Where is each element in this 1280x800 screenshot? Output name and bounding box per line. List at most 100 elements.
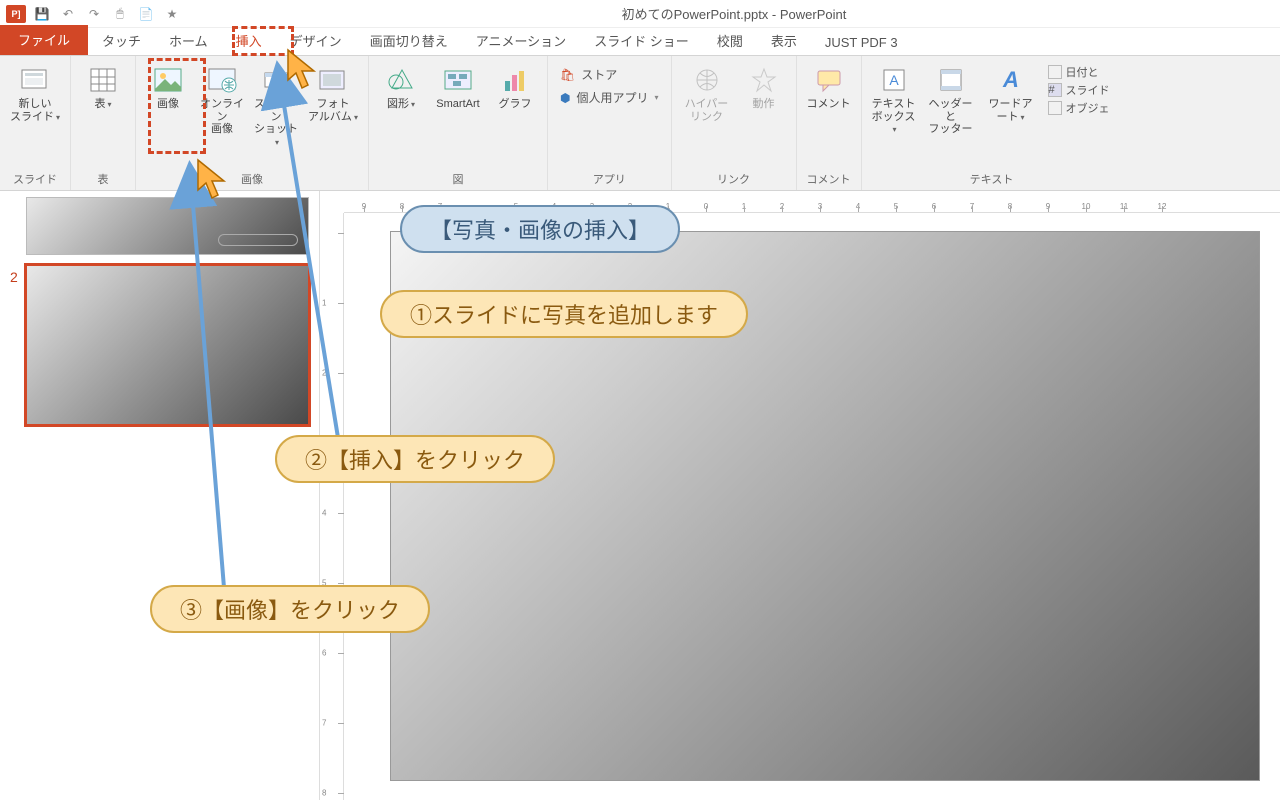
picture-label: 画像 [157,98,179,111]
group-comment: コメント コメント [797,56,862,190]
shapes-icon [385,64,417,96]
group-shape-label: 図 [453,168,464,190]
wordart-button[interactable]: A ワードアート [982,60,1040,127]
group-link: ハイパーリンク 動作 リンク [672,56,797,190]
group-app-label: アプリ [593,168,626,190]
hyperlink-icon [691,64,723,96]
callout-step2: ②【挿入】をクリック [275,435,555,483]
group-text: A テキスト ボックス ヘッダーと フッター A ワードアート 日付と #スライ… [862,56,1122,190]
thumbnail-2[interactable]: 2 [10,265,309,425]
hyperlink-label: ハイパーリンク [680,98,734,123]
online-picture-icon [206,64,238,96]
picture-button[interactable]: 画像 [142,60,194,115]
preview-icon[interactable]: 📄 [136,4,156,24]
header-footer-button[interactable]: ヘッダーと フッター [922,60,980,140]
tab-file[interactable]: ファイル [0,25,88,55]
tab-view[interactable]: 表示 [757,26,811,55]
group-comment-label: コメント [807,168,851,190]
ribbon: 新しい スライド スライド 表 表 画像 オンライン 画像 スクリー [0,56,1280,191]
group-image-label: 画像 [241,168,263,190]
action-icon [748,64,780,96]
table-button[interactable]: 表 [77,60,129,115]
ribbon-tabs: ファイル タッチ ホーム 挿入 デザイン 画面切り替え アニメーション スライド… [0,28,1280,56]
group-table-label: 表 [98,168,109,190]
new-slide-button[interactable]: 新しい スライド [6,60,64,127]
group-text-label: テキスト [970,168,1014,190]
thumbnail-1[interactable] [10,197,309,255]
screenshot-label: スクリーン ショット [252,98,300,149]
group-app: 🛍ストア ⬢個人用アプリ▾ アプリ [548,56,672,190]
header-footer-label: ヘッダーと フッター [924,98,978,136]
new-slide-icon [19,64,51,96]
undo-icon[interactable]: ↶ [58,4,78,24]
action-label: 動作 [753,98,775,111]
thumb-num-2: 2 [10,265,26,285]
group-image: 画像 オンライン 画像 スクリーン ショット フォト アルバム 画像 [136,56,369,190]
action-button[interactable]: 動作 [738,60,790,115]
my-apps-button[interactable]: ⬢個人用アプリ▾ [560,89,659,106]
cursor-icon-insert [286,48,320,90]
tab-transition[interactable]: 画面切り替え [356,26,462,55]
textbox-icon: A [878,64,910,96]
callout-title: 【写真・画像の挿入】 [400,205,680,253]
chart-button[interactable]: グラフ [489,60,541,115]
header-footer-icon [935,64,967,96]
group-slide-label: スライド [13,168,57,190]
tab-insert[interactable]: 挿入 [222,26,276,55]
slidenum-button[interactable]: #スライド [1048,82,1110,98]
table-label: 表 [94,98,111,111]
shapes-button[interactable]: 図形 [375,60,427,115]
thumbnail-pane[interactable]: 2 [0,191,320,800]
tab-review[interactable]: 校閲 [703,26,757,55]
work-area: 2 987543210123456789101112 12345678 [0,191,1280,800]
object-icon [1048,101,1062,115]
tab-slideshow[interactable]: スライド ショー [580,26,703,55]
datetime-icon [1048,65,1062,79]
thumb-num-1 [10,197,26,201]
textbox-label: テキスト ボックス [870,98,918,136]
star-icon[interactable]: ★ [162,4,182,24]
svg-text:A: A [1002,67,1019,92]
tab-touch[interactable]: タッチ [88,26,155,55]
online-picture-button[interactable]: オンライン 画像 [196,60,248,140]
tab-home[interactable]: ホーム [155,26,222,55]
datetime-button[interactable]: 日付と [1048,64,1110,80]
smartart-icon [442,64,474,96]
smartart-label: SmartArt [436,98,479,111]
svg-text:A: A [889,72,899,88]
ruler-vertical: 12345678 [320,213,344,800]
picture-icon [152,64,184,96]
text-side-options: 日付と #スライド オブジェ [1042,60,1116,120]
chart-icon [499,64,531,96]
object-button[interactable]: オブジェ [1048,100,1110,116]
myapps-icon: ⬢ [560,91,570,105]
wordart-label: ワードアート [984,98,1038,123]
shapes-label: 図形 [387,98,415,111]
group-slide: 新しい スライド スライド [0,56,71,190]
store-icon: 🛍 [560,68,575,82]
comment-icon [813,64,845,96]
slide-editor[interactable]: 987543210123456789101112 12345678 [320,191,1280,800]
quick-access-toolbar: P] 💾 ↶ ↷ 🖱 📄 ★ [0,4,188,24]
wordart-icon: A [995,64,1027,96]
group-link-label: リンク [717,168,750,190]
textbox-button[interactable]: A テキスト ボックス [868,60,920,140]
smartart-button[interactable]: SmartArt [429,60,487,115]
online-picture-label: オンライン 画像 [198,98,246,136]
save-icon[interactable]: 💾 [32,4,52,24]
tab-justpdf[interactable]: JUST PDF 3 [811,30,912,55]
touch-mode-icon[interactable]: 🖱 [110,4,130,24]
store-button[interactable]: 🛍ストア [560,66,659,83]
table-icon [87,64,119,96]
callout-step3: ③【画像】をクリック [150,585,430,633]
tab-animation[interactable]: アニメーション [462,26,580,55]
comment-button[interactable]: コメント [803,60,855,115]
comment-label: コメント [807,98,851,111]
new-slide-label: 新しい スライド [10,98,60,123]
callout-step1: ①スライドに写真を追加します [380,290,748,338]
group-shape: 図形 SmartArt グラフ 図 [369,56,548,190]
hyperlink-button[interactable]: ハイパーリンク [678,60,736,127]
redo-icon[interactable]: ↷ [84,4,104,24]
photo-album-icon [317,64,349,96]
app-icon: P] [6,5,26,23]
